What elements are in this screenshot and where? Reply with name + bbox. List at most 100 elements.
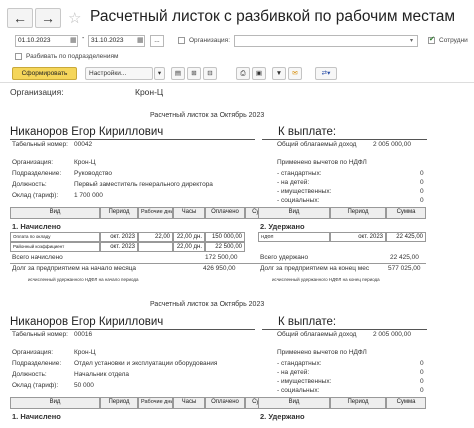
tab-number: 00042 bbox=[74, 141, 93, 148]
dept-field-value: Руководство bbox=[74, 170, 112, 177]
divider bbox=[10, 139, 255, 140]
kids-label: - на детей: bbox=[277, 179, 310, 186]
debt-end-value: 577 025,00 bbox=[388, 265, 421, 272]
col-vid-2: Вид bbox=[258, 397, 330, 409]
property-value: 0 bbox=[420, 378, 424, 385]
std-label: - стандартных: bbox=[277, 360, 322, 367]
org-field-label: Организация: bbox=[12, 159, 54, 166]
col-workdays: Рабочие дни bbox=[138, 397, 173, 409]
col-period-2: Период bbox=[330, 207, 386, 219]
accrual-paid: 150 000,00 bbox=[205, 232, 245, 242]
report-parameters: 01.10.2023 ▦ - 31.10.2023 ▦ ... Организа… bbox=[0, 32, 474, 66]
col-vid: Вид bbox=[10, 397, 100, 409]
debt-start-value: 426 950,00 bbox=[203, 265, 236, 272]
social-value: 0 bbox=[420, 197, 424, 204]
save-icon[interactable]: ▼ bbox=[272, 67, 286, 80]
accrual-hours: 22,00 дн. bbox=[173, 232, 205, 242]
kids-label: - на детей: bbox=[277, 369, 310, 376]
dept-field-value: Отдел установки и эксплуатации оборудова… bbox=[74, 360, 218, 367]
chevron-down-icon[interactable]: ▾ bbox=[154, 67, 165, 80]
accrued-section: 1. Начислено bbox=[12, 222, 61, 231]
tab-label: Табельный номер: bbox=[12, 331, 68, 338]
withholding-period: окт. 2023 bbox=[330, 232, 386, 242]
organization-checkbox[interactable] bbox=[178, 37, 185, 44]
col-hours: Часы bbox=[173, 397, 205, 409]
total-income-label: Общий облагаемый доход bbox=[277, 331, 357, 338]
organization-label: Организация: bbox=[189, 37, 231, 44]
arrow-left-icon: ← bbox=[13, 10, 27, 26]
salary-field-value: 50 000 bbox=[74, 382, 94, 389]
organization-input[interactable] bbox=[234, 35, 418, 47]
accrual-vid: Оплата по окладу bbox=[10, 232, 100, 242]
salary-field-label: Оклад (тариф): bbox=[12, 382, 59, 389]
dept-field-label: Подразделение: bbox=[12, 360, 62, 367]
divider bbox=[262, 329, 427, 330]
property-label: - имущественных: bbox=[277, 378, 332, 385]
total-accrued-label: Всего начислено bbox=[12, 254, 63, 261]
total-income-value: 2 005 000,00 bbox=[373, 141, 411, 148]
accrued-section: 1. Начислено bbox=[12, 412, 61, 421]
debt-start-label: Долг за предприятием на начало месяца bbox=[12, 265, 137, 272]
position-field-label: Должность: bbox=[12, 181, 47, 188]
date-separator: - bbox=[82, 35, 85, 42]
settings-button[interactable]: Настройки... bbox=[85, 67, 153, 80]
star-icon[interactable]: ☆ bbox=[68, 9, 81, 27]
accrual-period: окт. 2023 bbox=[100, 242, 138, 252]
chevron-down-icon[interactable]: ▾ bbox=[410, 37, 413, 44]
col-period: Период bbox=[100, 207, 138, 219]
withheld-section: 2. Удержано bbox=[260, 412, 305, 421]
accrual-period: окт. 2023 bbox=[100, 232, 138, 242]
salary-field-label: Оклад (тариф): bbox=[12, 192, 59, 199]
split-by-department-checkbox[interactable] bbox=[15, 53, 22, 60]
generate-button[interactable]: Сформировать bbox=[12, 67, 77, 80]
std-label: - стандартных: bbox=[277, 170, 322, 177]
back-button[interactable]: ← bbox=[7, 8, 33, 28]
property-label: - имущественных: bbox=[277, 188, 332, 195]
deductions-label: Применено вычетов по НДФЛ bbox=[277, 349, 367, 356]
deductions-label: Применено вычетов по НДФЛ bbox=[277, 159, 367, 166]
tab-label: Табельный номер: bbox=[12, 141, 68, 148]
print-icon[interactable]: ⎙ bbox=[236, 67, 250, 80]
expand-icon[interactable]: ⊟ bbox=[203, 67, 217, 80]
social-label: - социальных: bbox=[277, 197, 320, 204]
window-title: Расчетный листок с разбивкой по рабочим … bbox=[90, 8, 456, 25]
mail-icon[interactable]: ✉ bbox=[288, 67, 302, 80]
accrual-hours: 22,00 дн. bbox=[173, 242, 205, 252]
to-pay-label: К выплате: bbox=[278, 126, 337, 138]
ndfl-note-start: исчисленный удержанного НДФЛ на начало п… bbox=[28, 277, 139, 282]
col-paid: Оплачено bbox=[205, 207, 245, 219]
position-field-label: Должность: bbox=[12, 371, 47, 378]
ndfl-note-end: исчисленный удержанного НДФЛ на конец пе… bbox=[272, 277, 380, 282]
col-workdays: Рабочие дни bbox=[138, 207, 173, 219]
link-icon[interactable]: ⇄▾ bbox=[315, 67, 337, 80]
employees-label: Сотрудни bbox=[439, 37, 468, 44]
to-pay-label: К выплате: bbox=[278, 316, 337, 328]
org-field-value: Крон-Ц bbox=[74, 349, 96, 356]
preview-icon[interactable]: ▣ bbox=[252, 67, 266, 80]
kids-value: 0 bbox=[420, 179, 424, 186]
withheld-section: 2. Удержано bbox=[260, 222, 305, 231]
col-sum-2: Сумма bbox=[386, 397, 426, 409]
accrual-days: 22,00 bbox=[138, 232, 173, 242]
date-from-input[interactable]: 01.10.2023 bbox=[15, 35, 78, 47]
split-by-department-label: Разбивать по подразделениям bbox=[26, 53, 119, 60]
accrual-paid: 22 500,00 bbox=[205, 242, 245, 252]
calendar-icon[interactable]: ▦ bbox=[137, 36, 144, 44]
period-select-button[interactable]: ... bbox=[150, 35, 164, 47]
total-income-label: Общий облагаемый доход bbox=[277, 141, 357, 148]
total-accrued-value: 172 500,00 bbox=[205, 254, 238, 261]
divider bbox=[262, 139, 427, 140]
total-withheld-label: Всего удержано bbox=[260, 254, 309, 261]
tree-icon[interactable]: ⊞ bbox=[187, 67, 201, 80]
debt-end-label: Долг за предприятием на конец мес bbox=[260, 265, 370, 272]
total-income-value: 2 005 000,00 bbox=[373, 331, 411, 338]
divider bbox=[10, 329, 255, 330]
calendar-icon[interactable]: ▦ bbox=[70, 36, 77, 44]
toolbar: Сформировать Настройки... ▾ ▤ ⊞ ⊟ ⎙ ▣ ▼ … bbox=[0, 66, 474, 82]
variant-icon[interactable]: ▤ bbox=[171, 67, 185, 80]
forward-button[interactable]: → bbox=[35, 8, 61, 28]
org-field-label: Организация: bbox=[12, 349, 54, 356]
employees-checkbox[interactable] bbox=[428, 35, 435, 44]
col-vid: Вид bbox=[10, 207, 100, 219]
dept-field-label: Подразделение: bbox=[12, 170, 62, 177]
